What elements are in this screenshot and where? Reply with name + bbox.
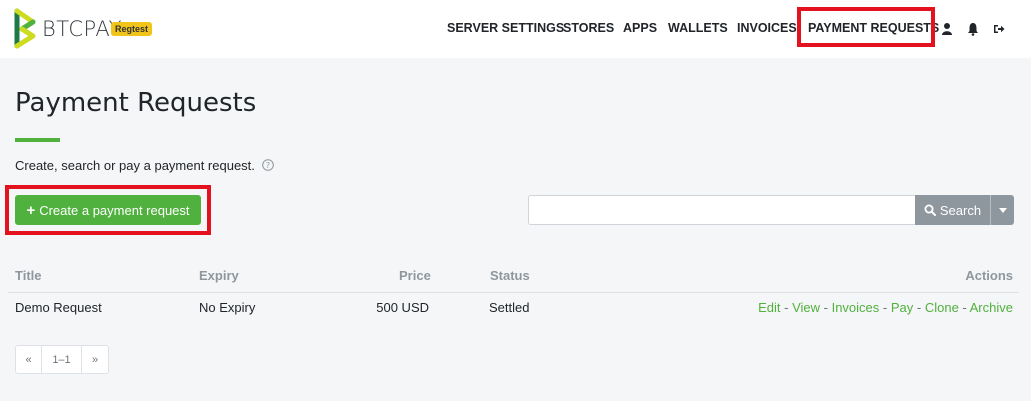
create-payment-request-button[interactable]: + Create a payment request: [15, 195, 201, 225]
nav-apps[interactable]: APPS: [623, 21, 657, 35]
user-icon[interactable]: [941, 22, 953, 36]
caret-down-icon: [998, 207, 1007, 213]
svg-text:?: ?: [266, 161, 270, 170]
row-status: Settled: [489, 300, 530, 315]
search-input[interactable]: [528, 195, 915, 225]
btcpay-logo-icon[interactable]: [14, 8, 36, 49]
plus-icon: +: [26, 201, 36, 219]
nav-wallets[interactable]: WALLETS: [668, 21, 728, 35]
pagination-next[interactable]: »: [82, 346, 108, 373]
column-header-expiry[interactable]: Expiry: [199, 268, 239, 283]
row-title: Demo Request: [15, 300, 102, 315]
action-archive-link[interactable]: Archive: [970, 300, 1013, 315]
search-button-label: Search: [939, 202, 982, 218]
row-actions: Edit - View - Invoices - Pay - Clone - A…: [758, 300, 1013, 315]
column-header-actions: Actions: [965, 268, 1013, 283]
brand-name[interactable]: BTCPAY: [42, 17, 122, 41]
row-expiry: No Expiry: [199, 300, 256, 315]
action-edit-link[interactable]: Edit: [758, 300, 780, 315]
regtest-badge: Regtest: [111, 22, 153, 36]
search-icon: [924, 204, 936, 216]
create-button-label: Create a payment request: [39, 202, 190, 218]
nav-stores[interactable]: STORES: [563, 21, 614, 35]
action-view-link[interactable]: View: [792, 300, 820, 315]
search-button[interactable]: Search: [915, 195, 990, 225]
nav-server-settings[interactable]: SERVER SETTINGS: [447, 21, 564, 35]
pagination: « 1–1 »: [15, 345, 109, 374]
column-header-title[interactable]: Title: [15, 268, 42, 283]
nav-invoices[interactable]: INVOICES: [737, 21, 797, 35]
title-underline: [15, 138, 60, 142]
search-options-dropdown[interactable]: [990, 195, 1014, 225]
search-group: Search: [528, 195, 1014, 225]
row-price: 500 USD: [376, 300, 429, 315]
action-invoices-link[interactable]: Invoices: [832, 300, 880, 315]
table-divider: [8, 292, 1019, 293]
column-header-status[interactable]: Status: [490, 268, 530, 283]
page-title: Payment Requests: [15, 88, 257, 118]
help-icon[interactable]: ?: [262, 159, 274, 171]
page-description: Create, search or pay a payment request.: [15, 158, 255, 173]
pagination-prev[interactable]: «: [16, 346, 42, 373]
action-pay-link[interactable]: Pay: [891, 300, 913, 315]
sign-out-icon[interactable]: [993, 22, 1005, 36]
pagination-range[interactable]: 1–1: [42, 346, 82, 373]
bell-icon[interactable]: [967, 22, 979, 36]
column-header-price[interactable]: Price: [399, 268, 431, 283]
highlight-payment-requests: [797, 7, 935, 47]
action-clone-link[interactable]: Clone: [925, 300, 959, 315]
